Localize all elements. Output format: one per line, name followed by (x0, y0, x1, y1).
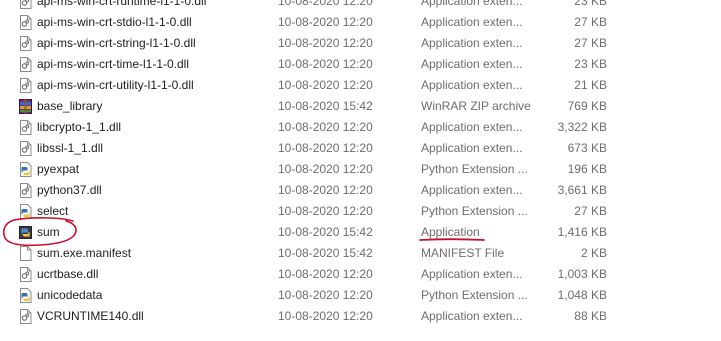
file-size: 769 KB (567, 99, 607, 113)
file-size: 88 KB (574, 309, 607, 323)
file-size: 27 KB (574, 15, 607, 29)
file-date-modified: 10-08-2020 12:20 (278, 204, 373, 218)
file-size: 23 KB (574, 57, 607, 71)
file-type: Application (421, 225, 480, 239)
dll-file-icon (19, 57, 32, 72)
file-type: Application exten... (421, 141, 523, 155)
winrar-archive-icon (19, 99, 32, 114)
file-date-modified: 10-08-2020 12:20 (278, 141, 373, 155)
dll-file-icon (19, 309, 32, 324)
file-date-modified: 10-08-2020 12:20 (278, 288, 373, 302)
file-row[interactable]: libcrypto-1_1.dll 10-08-2020 12:20 Applica… (0, 117, 721, 138)
file-name: select (37, 204, 69, 218)
file-name: VCRUNTIME140.dll (37, 309, 144, 323)
file-row[interactable]: api-ms-win-crt-runtime-l1-1-0.dll 10-08-2… (0, 0, 721, 12)
file-date-modified: 10-08-2020 12:20 (278, 57, 373, 71)
file-type: Application exten... (421, 78, 523, 92)
dll-file-icon (19, 36, 32, 51)
dll-file-icon (19, 0, 32, 9)
file-size: 21 KB (574, 78, 607, 92)
file-row[interactable]: ucrtbase.dll 10-08-2020 12:20 Application … (0, 264, 721, 285)
file-row[interactable]: python37.dll 10-08-2020 12:20 Application … (0, 180, 721, 201)
file-row[interactable]: sum 10-08-2020 15:42 Application 1,416 KB (0, 222, 721, 243)
file-name: unicodedata (37, 288, 103, 302)
file-size: 1,003 KB (557, 267, 607, 281)
file-date-modified: 10-08-2020 15:42 (278, 99, 373, 113)
file-type: Application exten... (421, 309, 523, 323)
file-size: 2 KB (580, 246, 607, 260)
file-date-modified: 10-08-2020 12:20 (278, 183, 373, 197)
file-date-modified: 10-08-2020 15:42 (278, 246, 373, 260)
file-name: libssl-1_1.dll (37, 141, 104, 155)
file-type: Python Extension ... (421, 288, 528, 302)
file-row[interactable]: VCRUNTIME140.dll 10-08-2020 12:20 Applicat… (0, 306, 721, 327)
file-name: libcrypto-1_1.dll (37, 120, 122, 134)
file-type: MANIFEST File (421, 246, 505, 260)
file-type: Python Extension ... (421, 204, 528, 218)
file-row[interactable]: base_library 10-08-2020 15:42 WinRAR ZIP a… (0, 96, 721, 117)
python-extension-icon (19, 162, 32, 177)
file-row[interactable]: api-ms-win-crt-utility-l1-1-0.dll 10-08-2… (0, 75, 721, 96)
file-date-modified: 10-08-2020 12:20 (278, 78, 373, 92)
file-date-modified: 10-08-2020 12:20 (278, 309, 373, 323)
python-extension-icon (19, 204, 32, 219)
file-name: api-ms-win-crt-utility-l1-1-0.dll (37, 78, 194, 92)
file-name: sum (37, 225, 60, 239)
file-row[interactable]: api-ms-win-crt-stdio-l1-1-0.dll 10-08-202… (0, 12, 721, 33)
blank-file-icon (19, 246, 32, 261)
file-name: pyexpat (37, 162, 80, 176)
file-date-modified: 10-08-2020 12:20 (278, 267, 373, 281)
dll-file-icon (19, 267, 32, 282)
dll-file-icon (19, 120, 32, 135)
file-row[interactable]: pyexpat 10-08-2020 12:20 Python Extension … (0, 159, 721, 180)
file-type: Application exten... (421, 120, 523, 134)
file-date-modified: 10-08-2020 15:42 (278, 225, 373, 239)
file-date-modified: 10-08-2020 12:20 (278, 36, 373, 50)
file-type: Application exten... (421, 267, 523, 281)
file-name: ucrtbase.dll (37, 267, 99, 281)
file-name: python37.dll (37, 183, 102, 197)
file-name: api-ms-win-crt-string-l1-1-0.dll (37, 36, 196, 50)
dll-file-icon (19, 78, 32, 93)
file-type: Application exten... (421, 57, 523, 71)
file-size: 27 KB (574, 204, 607, 218)
file-size: 673 KB (567, 141, 607, 155)
dll-file-icon (19, 183, 32, 198)
dll-file-icon (19, 141, 32, 156)
file-name: api-ms-win-crt-runtime-l1-1-0.dll (37, 0, 207, 8)
file-type: Application exten... (421, 183, 523, 197)
file-size: 1,048 KB (557, 288, 607, 302)
file-type: Application exten... (421, 36, 523, 50)
dll-file-icon (19, 15, 32, 30)
file-row[interactable]: unicodedata 10-08-2020 12:20 Python Extens… (0, 285, 721, 306)
file-type: Application exten... (421, 0, 523, 8)
file-type: Application exten... (421, 15, 523, 29)
file-list: api-ms-win-crt-runtime-l1-1-0.dll 10-08-2… (0, 0, 721, 327)
file-type: Python Extension ... (421, 162, 528, 176)
file-name: api-ms-win-crt-time-l1-1-0.dll (37, 57, 190, 71)
file-type: WinRAR ZIP archive (421, 99, 531, 113)
file-row[interactable]: sum.exe.manifest 10-08-2020 15:42 MANIFEST… (0, 243, 721, 264)
file-row[interactable]: libssl-1_1.dll 10-08-2020 12:20 Applicatio… (0, 138, 721, 159)
file-name: api-ms-win-crt-stdio-l1-1-0.dll (37, 15, 192, 29)
file-row[interactable]: api-ms-win-crt-string-l1-1-0.dll 10-08-20… (0, 33, 721, 54)
file-size: 1,416 KB (557, 225, 607, 239)
python-application-icon (19, 225, 32, 240)
file-size: 27 KB (574, 36, 607, 50)
file-name: base_library (37, 99, 103, 113)
file-row[interactable]: select 10-08-2020 12:20 Python Extension .… (0, 201, 721, 222)
file-date-modified: 10-08-2020 12:20 (278, 162, 373, 176)
file-date-modified: 10-08-2020 12:20 (278, 120, 373, 134)
file-date-modified: 10-08-2020 12:20 (278, 15, 373, 29)
file-name: sum.exe.manifest (37, 246, 132, 260)
file-size: 3,661 KB (557, 183, 607, 197)
file-size: 196 KB (567, 162, 607, 176)
python-extension-icon (19, 288, 32, 303)
file-size: 23 KB (574, 0, 607, 8)
file-size: 3,322 KB (557, 120, 607, 134)
file-date-modified: 10-08-2020 12:20 (278, 0, 373, 8)
file-row[interactable]: api-ms-win-crt-time-l1-1-0.dll 10-08-2020… (0, 54, 721, 75)
